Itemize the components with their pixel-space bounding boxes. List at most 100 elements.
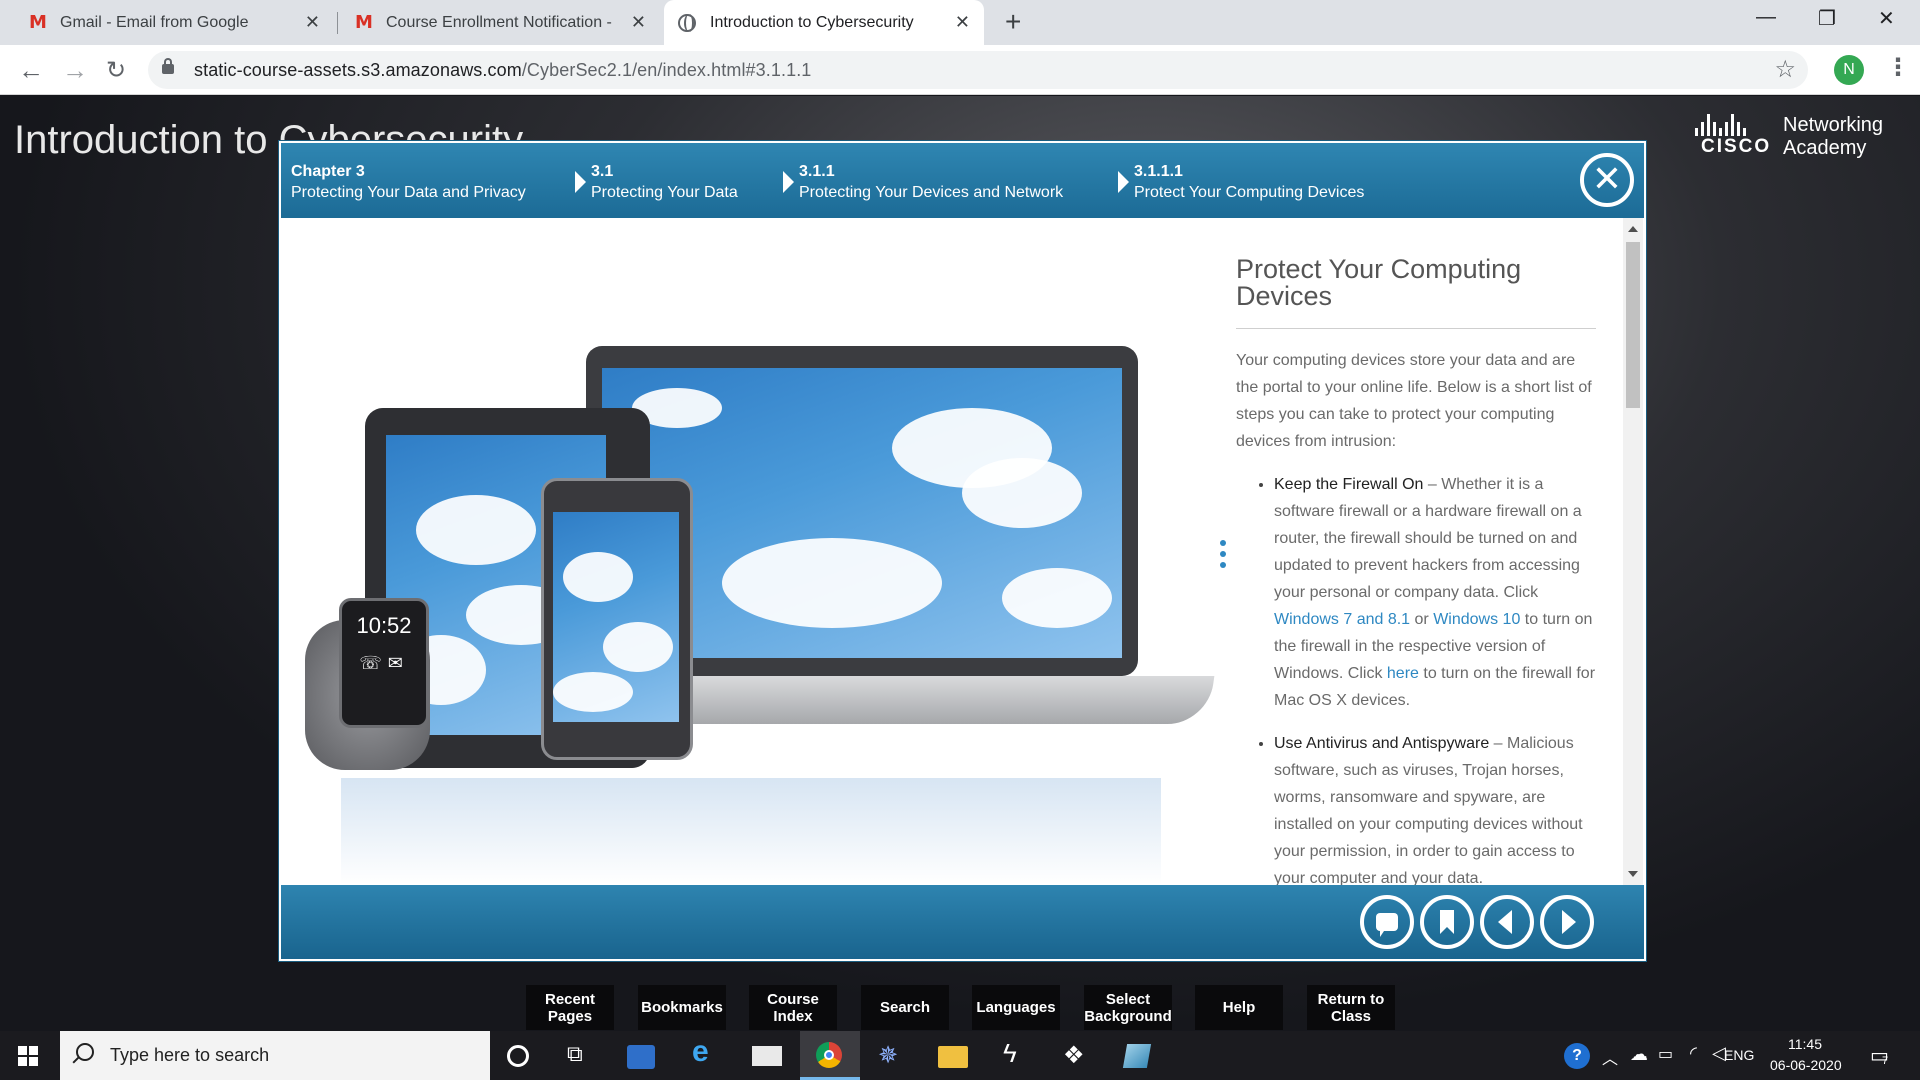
profile-avatar[interactable]: N — [1834, 55, 1864, 85]
onedrive-icon[interactable]: ☁ — [1630, 1044, 1648, 1065]
recent-pages-button[interactable]: Recent Pages — [526, 985, 614, 1030]
breadcrumb: Chapter 3 Protecting Your Data and Privac… — [281, 143, 1644, 218]
url-text: static-course-assets.s3.amazonaws.com/Cy… — [194, 60, 812, 80]
clock-date[interactable]: 06-06-2020 — [1770, 1057, 1842, 1073]
breadcrumb-arrow-icon — [575, 171, 586, 193]
store-icon[interactable] — [627, 1045, 655, 1069]
tab-introduction-cybersecurity[interactable]: Introduction to Cybersecurity ✕ — [664, 0, 984, 45]
windows-7-link[interactable]: Windows 7 and 8.1 — [1274, 611, 1410, 628]
close-window-button[interactable]: ✕ — [1878, 6, 1895, 31]
next-page-icon[interactable] — [1540, 895, 1594, 949]
tab-separator — [337, 12, 338, 34]
address-bar-row: ← → ↻ static-course-assets.s3.amazonaws.… — [0, 45, 1920, 95]
gmail-icon: M — [355, 12, 373, 33]
edge-icon[interactable]: e — [692, 1035, 722, 1068]
file-explorer-icon[interactable] — [938, 1046, 968, 1068]
winamp-icon[interactable]: ϟ — [1003, 1038, 1033, 1068]
help-tray-icon[interactable]: ? — [1564, 1043, 1590, 1069]
dropbox-icon[interactable]: ❖ — [1063, 1041, 1093, 1071]
phone-screen — [553, 512, 679, 722]
more-options-icon[interactable] — [1220, 540, 1226, 573]
tab-title: Gmail - Email from Google — [60, 13, 249, 31]
app-icon[interactable]: ✵ — [878, 1041, 908, 1071]
minimize-button[interactable]: — — [1756, 6, 1776, 29]
watch-time: 10:52 — [356, 613, 412, 638]
bookmark-icon[interactable] — [1420, 895, 1474, 949]
battery-icon[interactable]: ▭ — [1658, 1044, 1673, 1064]
notification-count: 7 — [1882, 1055, 1889, 1067]
smartwatch: 10:52 ☏✉ — [339, 598, 429, 728]
tab-gmail[interactable]: M Gmail - Email from Google ✕ — [14, 0, 334, 45]
search-icon — [76, 1043, 94, 1061]
reflection — [341, 778, 1161, 885]
watch-icons: ☏✉ — [359, 653, 409, 673]
tab-course-enrollment[interactable]: M Course Enrollment Notification - ✕ — [340, 0, 660, 45]
bookmark-star-icon[interactable]: ☆ — [1774, 55, 1796, 84]
chrome-taskbar-active[interactable] — [800, 1031, 860, 1080]
content-scrollbar[interactable] — [1623, 218, 1643, 885]
chevron-up-icon[interactable]: ︿ — [1602, 1045, 1618, 1069]
breadcrumb-section[interactable]: 3.1 Protecting Your Data — [591, 161, 738, 203]
cisco-wordmark: CISCO — [1701, 136, 1772, 157]
help-button[interactable]: Help — [1195, 985, 1283, 1030]
browser-tab-bar: M Gmail - Email from Google ✕ M Course E… — [0, 0, 1920, 45]
tab-title: Introduction to Cybersecurity — [710, 13, 914, 31]
list-item: Keep the Firewall On – Whether it is a s… — [1259, 471, 1596, 714]
windows-start-icon[interactable] — [18, 1046, 38, 1066]
close-tab-icon[interactable]: ✕ — [955, 12, 970, 33]
gmail-icon: M — [29, 12, 47, 33]
chat-icon[interactable] — [1360, 895, 1414, 949]
windows-10-link[interactable]: Windows 10 — [1433, 611, 1520, 628]
close-tab-icon[interactable]: ✕ — [631, 12, 646, 33]
clock-time[interactable]: 11:45 — [1788, 1036, 1822, 1052]
language-indicator[interactable]: ENG — [1724, 1047, 1754, 1063]
breadcrumb-page[interactable]: 3.1.1.1 Protect Your Computing Devices — [1134, 161, 1364, 203]
article-heading: Protect Your Computing Devices — [1236, 256, 1596, 329]
lock-icon — [162, 58, 174, 74]
cortana-icon[interactable] — [507, 1045, 529, 1067]
restore-button[interactable]: ❐ — [1818, 6, 1836, 31]
modal-footer — [281, 885, 1644, 959]
search-button[interactable]: Search — [861, 985, 949, 1030]
cisco-bars-icon — [1695, 114, 1746, 136]
content-modal: Chapter 3 Protecting Your Data and Privac… — [279, 141, 1646, 961]
scroll-down-arrow-icon[interactable] — [1628, 871, 1638, 877]
devices-illustration: 10:52 ☏✉ — [301, 278, 1215, 885]
mac-here-link[interactable]: here — [1387, 665, 1419, 682]
networking-academy-text: Networking Academy — [1783, 114, 1884, 159]
languages-button[interactable]: Languages — [972, 985, 1060, 1030]
browser-menu-icon[interactable]: ⋮ — [1886, 53, 1910, 82]
content-area: 10:52 ☏✉ Protect Your Computing Devices … — [281, 218, 1644, 885]
windows-taskbar: Type here to search ⧉ e ✵ ϟ ❖ ? ︿ ☁ ▭ ◜ … — [0, 1031, 1920, 1080]
scroll-thumb[interactable] — [1626, 242, 1640, 408]
bookmarks-button[interactable]: Bookmarks — [638, 985, 726, 1030]
breadcrumb-arrow-icon — [783, 171, 794, 193]
close-tab-icon[interactable]: ✕ — [305, 12, 320, 33]
url-field[interactable]: static-course-assets.s3.amazonaws.com/Cy… — [148, 51, 1808, 89]
new-tab-button[interactable]: + — [1005, 6, 1021, 38]
wifi-icon[interactable]: ◜ — [1690, 1043, 1697, 1064]
list-item: Use Antivirus and Antispyware – Maliciou… — [1259, 730, 1596, 885]
task-view-icon[interactable]: ⧉ — [567, 1041, 597, 1071]
course-index-button[interactable]: Course Index — [749, 985, 837, 1030]
close-modal-button[interactable]: ✕ — [1580, 153, 1634, 207]
return-to-class-button[interactable]: Return to Class — [1307, 985, 1395, 1030]
back-arrow-icon[interactable]: ← — [18, 55, 44, 86]
reload-icon[interactable]: ↻ — [106, 56, 126, 85]
select-background-button[interactable]: Select Background — [1084, 985, 1172, 1030]
breadcrumb-chapter[interactable]: Chapter 3 Protecting Your Data and Privac… — [291, 161, 526, 203]
previous-page-icon[interactable] — [1480, 895, 1534, 949]
forward-arrow-icon[interactable]: → — [62, 55, 88, 86]
breadcrumb-topic[interactable]: 3.1.1 Protecting Your Devices and Network — [799, 161, 1063, 203]
scroll-up-arrow-icon[interactable] — [1628, 226, 1638, 232]
globe-icon — [678, 13, 696, 32]
cisco-networking-academy-logo: CISCO Networking Academy — [1695, 114, 1883, 159]
taskbar-search-box[interactable]: Type here to search — [60, 1031, 490, 1080]
breadcrumb-arrow-icon — [1118, 171, 1129, 193]
search-placeholder: Type here to search — [110, 1045, 270, 1065]
article: Protect Your Computing Devices Your comp… — [1236, 256, 1596, 885]
notes-icon[interactable] — [1122, 1044, 1152, 1068]
article-intro: Your computing devices store your data a… — [1236, 352, 1592, 450]
mail-icon[interactable] — [752, 1046, 782, 1066]
steps-list: Keep the Firewall On – Whether it is a s… — [1236, 471, 1596, 885]
